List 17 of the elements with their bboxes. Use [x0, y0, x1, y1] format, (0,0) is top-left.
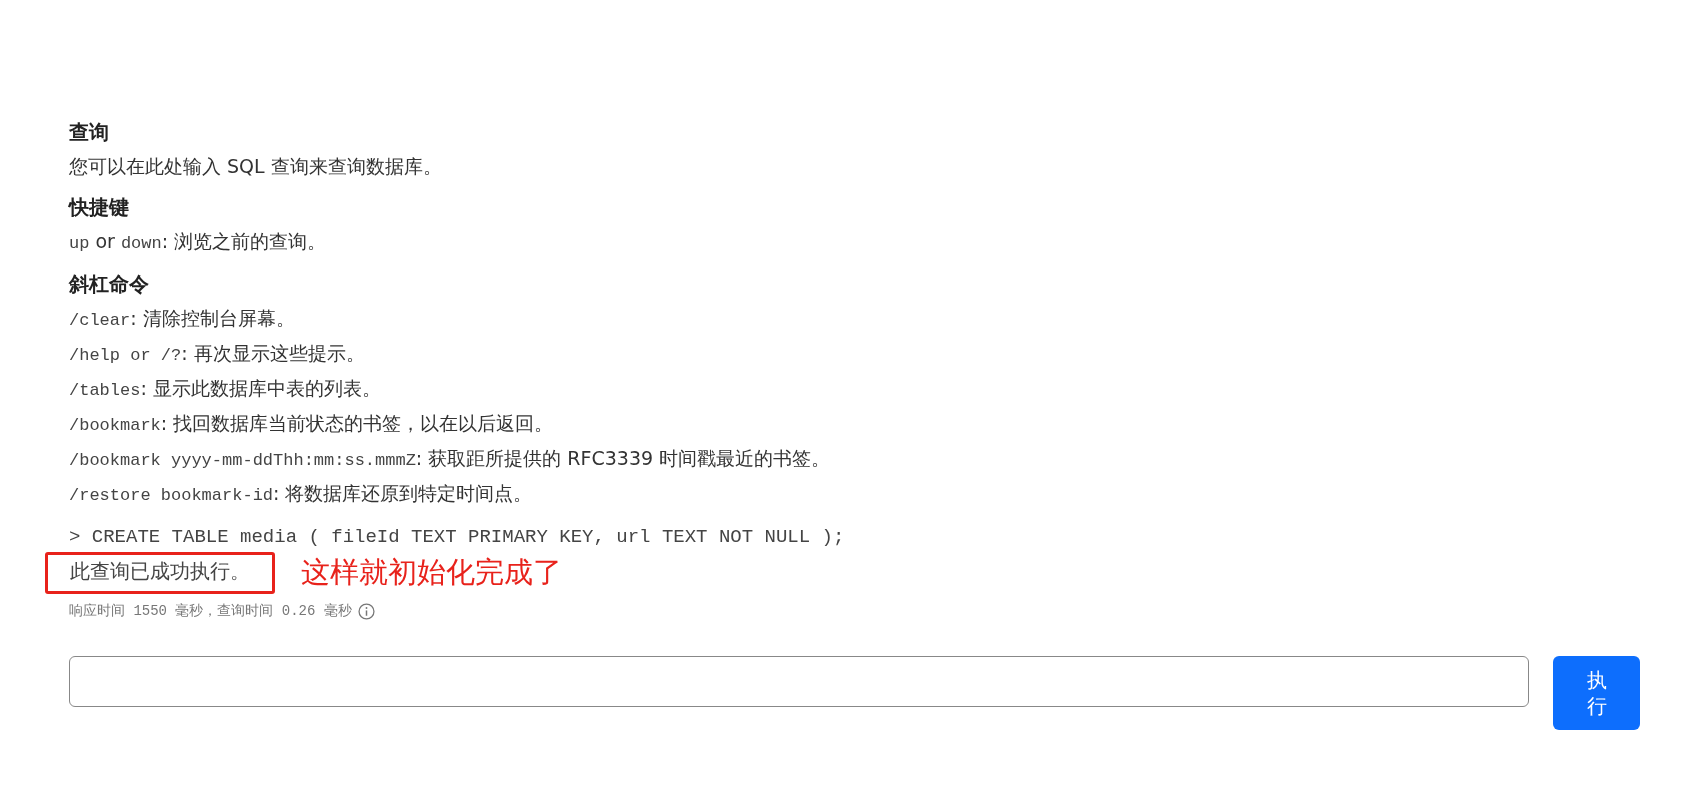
- section-heading: 快捷键: [69, 194, 130, 221]
- result-message: 此查询已成功执行。: [45, 552, 275, 594]
- info-icon[interactable]: [357, 602, 375, 620]
- timing-text: 响应时间 1550 毫秒，查询时间 0.26 毫秒: [69, 602, 352, 620]
- section-heading: 斜杠命令: [69, 271, 150, 298]
- help-line: /restore bookmark-id: 将数据库还原到特定时间点。: [69, 481, 534, 507]
- annotation-text: 这样就初始化完成了: [301, 554, 562, 591]
- command-line: > CREATE TABLE media ( fileId TEXT PRIMARY KEY, url TEXT NOT NULL );: [69, 525, 846, 550]
- description: 您可以在此处输入 SQL 查询来查询数据库。: [69, 154, 443, 179]
- help-line: /bookmark yyyy-mm-ddThh:mm:ss.mmmZ: 获取距所提供的 RFC3339 时间戳最近的书签。: [69, 446, 832, 472]
- help-line: /help or /?: 再次显示这些提示。: [69, 341, 366, 367]
- help-line: /clear: 清除控制台屏幕。: [69, 306, 296, 332]
- help-line: /tables: 显示此数据库中表的列表。: [69, 376, 382, 402]
- help-line: /bookmark: 找回数据库当前状态的书签，以在以后返回。: [69, 411, 555, 437]
- section-heading: 查询: [69, 119, 110, 146]
- help-line: up or down: 浏览之前的查询。: [69, 229, 328, 255]
- execute-button[interactable]: 执行: [1553, 656, 1640, 730]
